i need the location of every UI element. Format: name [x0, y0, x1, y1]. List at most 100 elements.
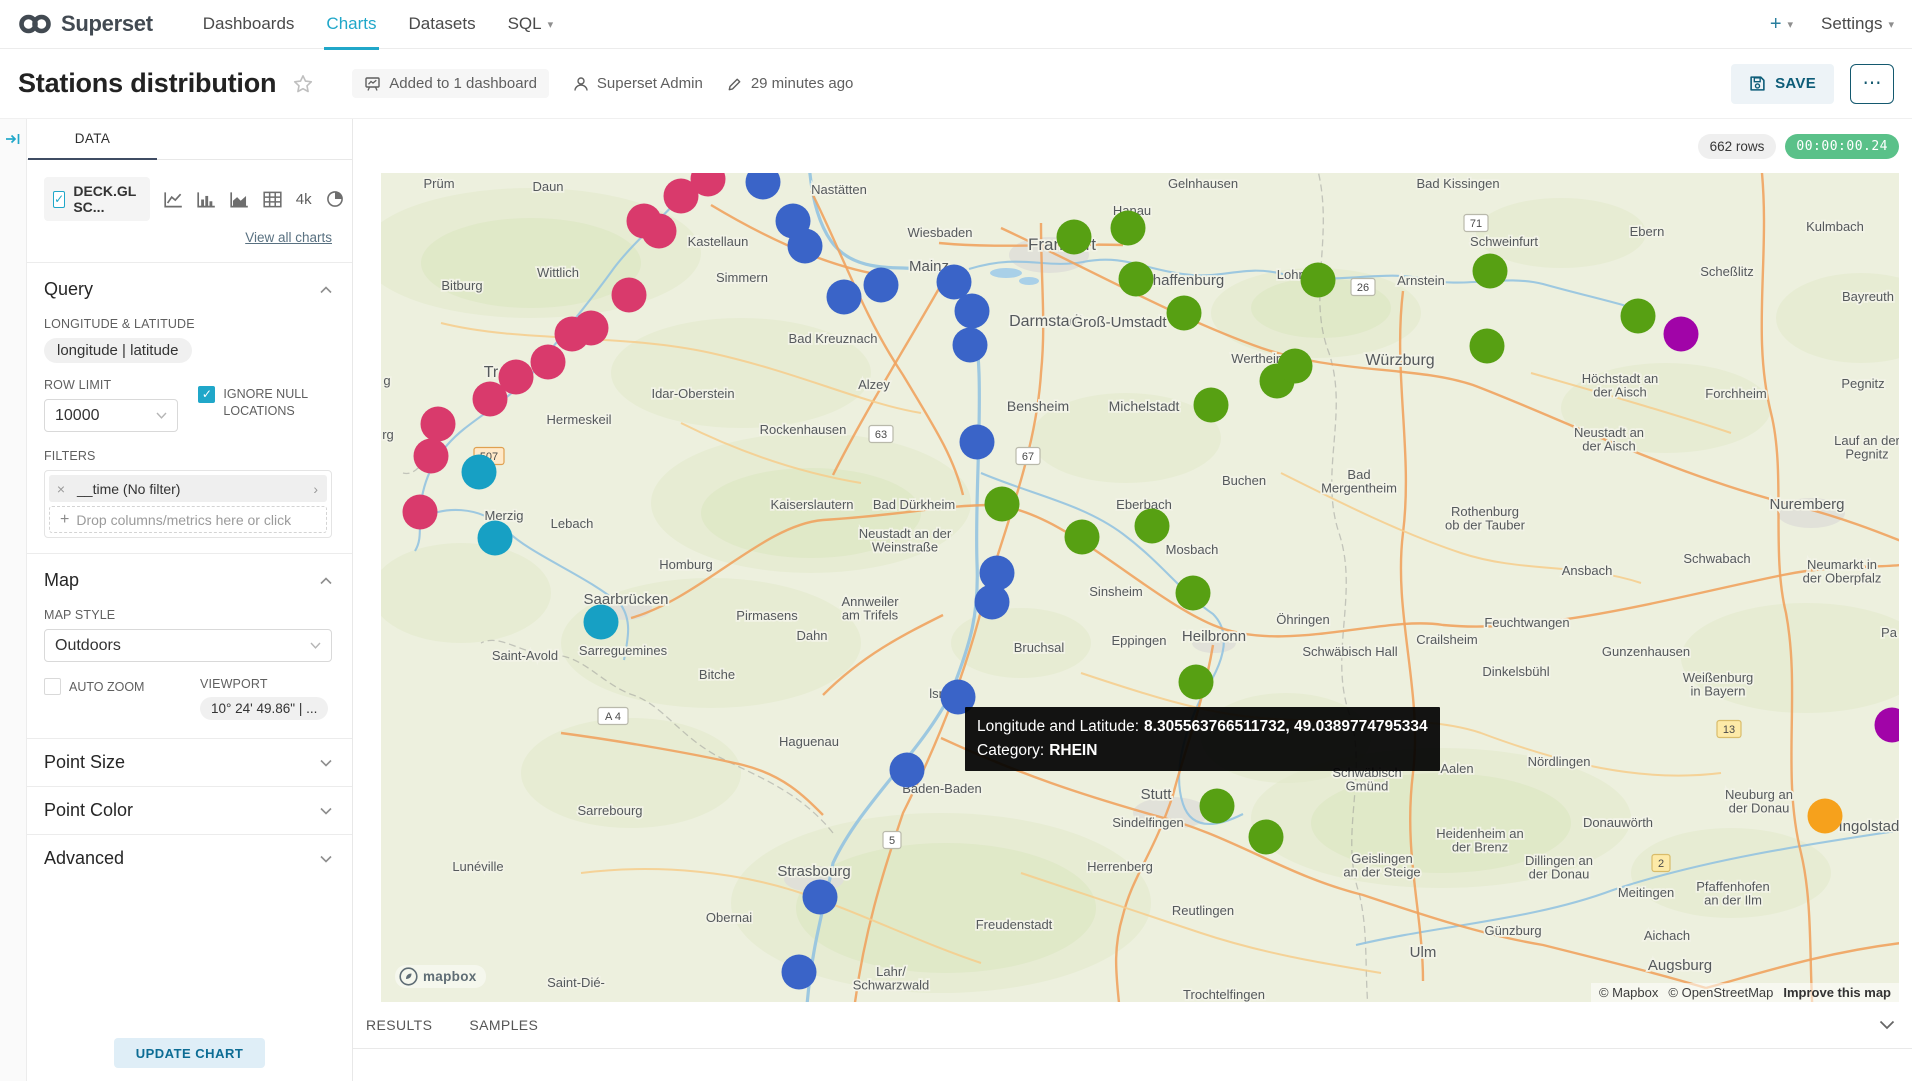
map-point-cyan[interactable]: [462, 455, 497, 490]
section-advanced[interactable]: Advanced: [27, 834, 352, 882]
favorite-star-icon[interactable]: [292, 73, 314, 95]
viz-type-selected[interactable]: ✓ DECK.GL SC...: [44, 177, 150, 221]
area-chart-icon[interactable]: [230, 191, 249, 208]
nav-item-charts[interactable]: Charts: [310, 0, 392, 49]
svg-text:71: 71: [1470, 218, 1482, 230]
lonlat-value-pill[interactable]: longitude | latitude: [44, 338, 192, 363]
tab-results[interactable]: RESULTS: [366, 1017, 432, 1033]
map-point-green[interactable]: [1065, 520, 1100, 555]
map-style-select[interactable]: Outdoors: [44, 629, 332, 662]
map-point-green[interactable]: [1621, 299, 1656, 334]
map-point-pink[interactable]: [473, 382, 508, 417]
section-point-color[interactable]: Point Color: [27, 786, 352, 834]
map-point-green[interactable]: [1470, 329, 1505, 364]
auto-zoom-checkbox-group[interactable]: AUTO ZOOM: [44, 677, 200, 696]
osm-attribution-link[interactable]: © OpenStreetMap: [1668, 985, 1773, 1000]
map-city-label: Rockenhausen: [760, 422, 847, 437]
results-pane-body: [353, 1049, 1912, 1081]
remove-filter-icon[interactable]: ×: [49, 481, 73, 497]
map-point-blue[interactable]: [975, 585, 1010, 620]
map-point-blue[interactable]: [803, 880, 838, 915]
map-point-pink[interactable]: [414, 439, 449, 474]
map-point-orange[interactable]: [1808, 799, 1843, 834]
map-point-green[interactable]: [1176, 576, 1211, 611]
nav-item-dashboards[interactable]: Dashboards: [187, 0, 311, 49]
map-point-green[interactable]: [1194, 388, 1229, 423]
pie-chart-icon[interactable]: [326, 190, 344, 208]
map-point-pink[interactable]: [403, 495, 438, 530]
map-point-green[interactable]: [1278, 349, 1313, 384]
map-point-green[interactable]: [1200, 789, 1235, 824]
header-badge-0[interactable]: Added to 1 dashboard: [352, 69, 549, 98]
update-chart-button[interactable]: UPDATE CHART: [114, 1038, 266, 1068]
new-item-button[interactable]: + ▾: [1770, 13, 1793, 36]
map-point-green[interactable]: [985, 487, 1020, 522]
map-point-blue[interactable]: [937, 265, 972, 300]
map-canvas[interactable]: PrümDaunNastättenGelnhausenBad Kissingen…: [381, 173, 1899, 1002]
save-button[interactable]: SAVE: [1731, 64, 1834, 104]
map-point-green[interactable]: [1301, 263, 1336, 298]
map-point-blue[interactable]: [960, 425, 995, 460]
checked-checkbox-icon[interactable]: ✓: [198, 386, 215, 403]
nav-item-datasets[interactable]: Datasets: [393, 0, 492, 49]
map-point-green[interactable]: [1119, 262, 1154, 297]
tab-samples[interactable]: SAMPLES: [469, 1017, 538, 1033]
viewport-value-pill[interactable]: 10° 24' 49.86" | ...: [200, 697, 328, 720]
table-icon[interactable]: [263, 191, 282, 208]
map-point-green[interactable]: [1179, 665, 1214, 700]
improve-map-link[interactable]: Improve this map: [1783, 985, 1891, 1000]
map-point-pink[interactable]: [642, 214, 677, 249]
superset-logo[interactable]: Superset: [18, 11, 153, 37]
mapbox-logo[interactable]: mapbox: [395, 965, 486, 988]
row-limit-select[interactable]: 10000: [44, 399, 178, 432]
map-point-green[interactable]: [1473, 254, 1508, 289]
map-point-green[interactable]: [1057, 220, 1092, 255]
nav-item-sql[interactable]: SQL▾: [492, 0, 570, 49]
bar-chart-icon[interactable]: [197, 191, 216, 208]
filter-pill[interactable]: × __time (No filter) ›: [49, 475, 327, 502]
map-city-label: Neustadt ander Aisch: [1574, 425, 1644, 454]
unchecked-checkbox-icon[interactable]: [44, 678, 61, 695]
map-point-pink[interactable]: [664, 179, 699, 214]
ignore-null-checkbox-group[interactable]: ✓ IGNORE NULL LOCATIONS: [198, 386, 332, 420]
more-options-button[interactable]: ⋯: [1850, 64, 1894, 104]
map-point-green[interactable]: [1249, 820, 1284, 855]
header-badge-label: Superset Admin: [597, 75, 703, 92]
map-point-pink[interactable]: [612, 278, 647, 313]
map-point-cyan[interactable]: [584, 605, 619, 640]
map-point-green[interactable]: [1167, 296, 1202, 331]
mapbox-attribution-link[interactable]: © Mapbox: [1599, 985, 1658, 1000]
map-point-pink[interactable]: [555, 317, 590, 352]
collapse-results-icon[interactable]: [1879, 1020, 1895, 1030]
map-point-purple[interactable]: [1875, 708, 1900, 743]
map-point-purple[interactable]: [1664, 317, 1699, 352]
settings-menu[interactable]: Settings ▾: [1821, 14, 1894, 34]
map-point-green[interactable]: [1111, 211, 1146, 246]
line-chart-icon[interactable]: [164, 191, 183, 208]
map-point-blue[interactable]: [955, 294, 990, 329]
query-section-header[interactable]: Query: [44, 279, 332, 300]
map-point-blue[interactable]: [782, 955, 817, 990]
map-point-green[interactable]: [1135, 509, 1170, 544]
expand-panel-icon[interactable]: [5, 131, 21, 147]
view-all-charts-link[interactable]: View all charts: [245, 230, 332, 245]
filter-drop-zone[interactable]: + Drop columns/metrics here or click: [49, 506, 327, 533]
map-point-blue[interactable]: [827, 280, 862, 315]
section-point-size[interactable]: Point Size: [27, 739, 352, 786]
lonlat-label: LONGITUDE & LATITUDE: [44, 317, 332, 331]
deckgl-scatter-map[interactable]: PrümDaunNastättenGelnhausenBad Kissingen…: [381, 173, 1899, 1002]
map-section-header[interactable]: Map: [44, 570, 332, 591]
map-point-cyan[interactable]: [478, 521, 513, 556]
map-point-pink[interactable]: [421, 407, 456, 442]
map-point-blue[interactable]: [746, 173, 781, 200]
panel-collapse-strip[interactable]: [0, 119, 27, 1081]
map-point-blue[interactable]: [788, 229, 823, 264]
map-city-label: Pirmasens: [736, 608, 798, 623]
map-point-blue[interactable]: [890, 753, 925, 788]
map-point-blue[interactable]: [953, 328, 988, 363]
tab-data[interactable]: DATA: [28, 119, 157, 160]
map-point-blue[interactable]: [864, 268, 899, 303]
map-point-pink[interactable]: [531, 345, 566, 380]
viz-4k-badge[interactable]: 4k: [296, 191, 312, 208]
chevron-right-icon: ›: [313, 481, 327, 497]
